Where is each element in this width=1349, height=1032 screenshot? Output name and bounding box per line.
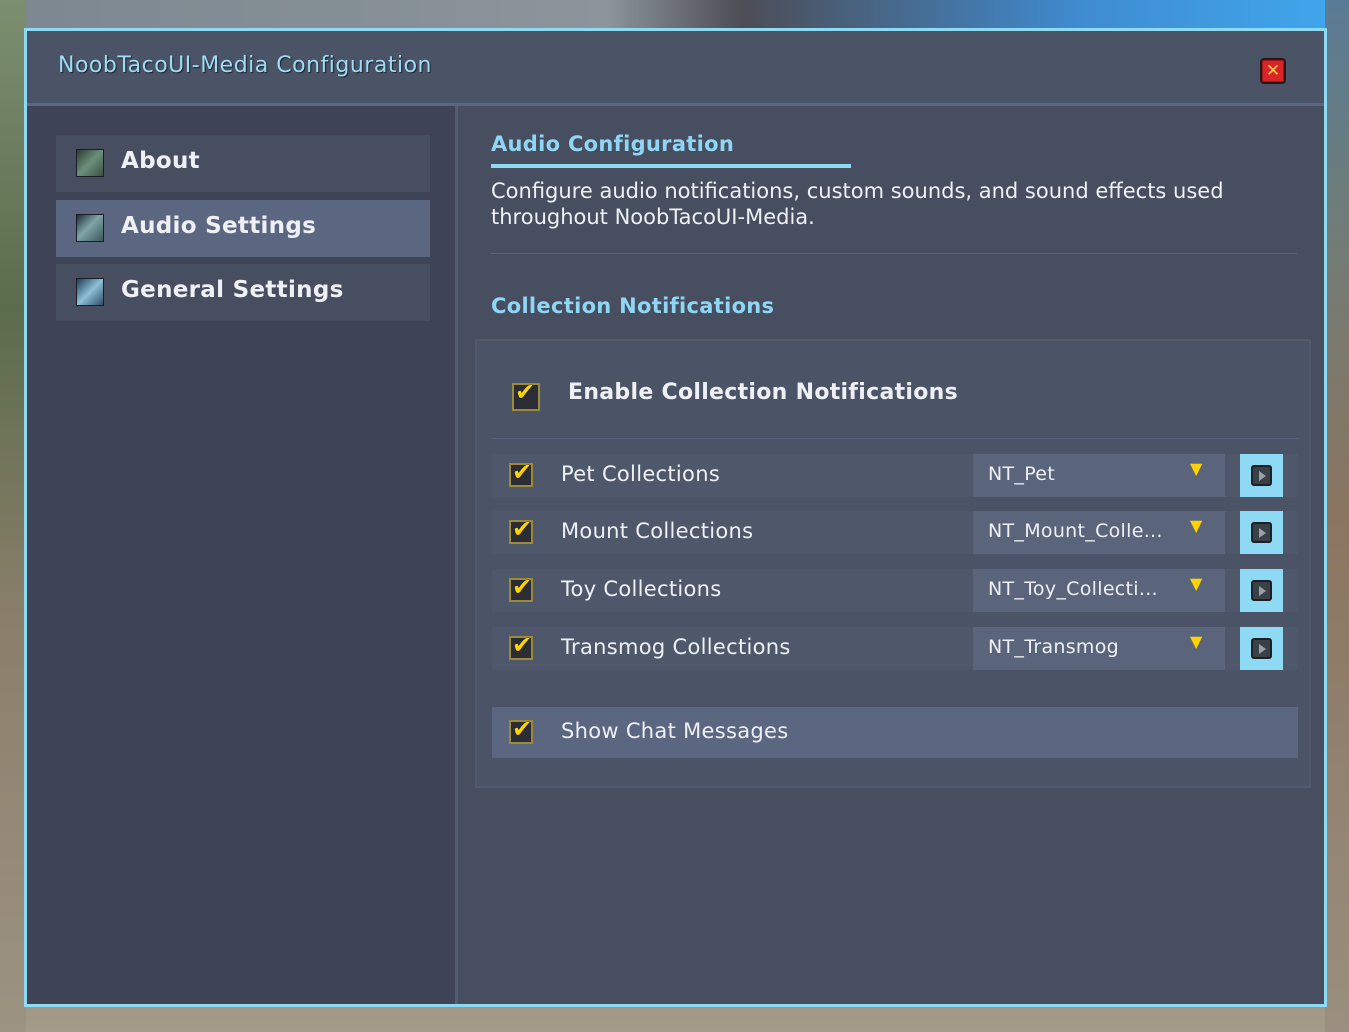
section-description: Configure audio notifications, custom so…	[491, 179, 1224, 229]
toy-sound-play-button[interactable]	[1240, 569, 1283, 612]
close-button[interactable]: ✕	[1260, 58, 1286, 84]
pet-collections-checkbox[interactable]: ✔	[509, 458, 533, 487]
checkmark-icon: ✔	[512, 715, 533, 743]
window-titlebar[interactable]: NoobTacoUI-Media Configuration ✕	[27, 31, 1324, 106]
transmog-sound-play-button[interactable]	[1240, 627, 1283, 670]
enable-notifications-label: Enable Collection Notifications	[568, 380, 959, 405]
play-icon	[1251, 522, 1272, 543]
background-scene-top	[0, 0, 1349, 28]
toy-sound-value: NT_Toy_Collecti...	[988, 578, 1158, 600]
sidebar-item-label: About	[121, 148, 200, 174]
toy-sound-dropdown[interactable]: NT_Toy_Collecti... ▼	[973, 569, 1225, 612]
about-icon	[76, 149, 104, 177]
toy-collections-row: ✔ Toy Collections NT_Toy_Collecti... ▼	[492, 569, 1298, 612]
pet-sound-dropdown[interactable]: NT_Pet ▼	[973, 454, 1225, 497]
sidebar-item-about[interactable]: About	[56, 135, 430, 192]
panel-divider	[492, 438, 1298, 439]
sidebar: About Audio Settings General Settings	[27, 106, 458, 1004]
transmog-collections-checkbox[interactable]: ✔	[509, 631, 533, 660]
checkmark-icon: ✔	[512, 515, 533, 543]
mount-sound-dropdown[interactable]: NT_Mount_Colle... ▼	[973, 511, 1225, 554]
mount-collections-row: ✔ Mount Collections NT_Mount_Colle... ▼	[492, 511, 1298, 554]
play-icon	[1251, 465, 1272, 486]
close-icon: ✕	[1265, 61, 1281, 81]
window-title: NoobTacoUI-Media Configuration	[58, 53, 432, 78]
checkmark-icon: ✔	[512, 631, 533, 659]
sidebar-item-audio-settings[interactable]: Audio Settings	[56, 200, 430, 257]
dropdown-arrow-icon: ▼	[1190, 516, 1203, 535]
enable-notifications-checkbox[interactable]: ✔	[512, 378, 540, 411]
toy-collections-checkbox[interactable]: ✔	[509, 573, 533, 602]
pet-sound-play-button[interactable]	[1240, 454, 1283, 497]
section-title-underline	[491, 164, 851, 168]
audio-icon	[76, 214, 104, 242]
show-chat-messages-checkbox[interactable]: ✔	[509, 715, 533, 744]
config-window: NoobTacoUI-Media Configuration ✕ About A…	[24, 28, 1327, 1007]
main-content: Audio Configuration Configure audio noti…	[458, 106, 1324, 1004]
transmog-collections-row: ✔ Transmog Collections NT_Transmog ▼	[492, 627, 1298, 670]
checkmark-icon: ✔	[515, 378, 536, 406]
dropdown-arrow-icon: ▼	[1190, 574, 1203, 593]
background-scene-left	[0, 0, 26, 1032]
transmog-sound-value: NT_Transmog	[988, 636, 1120, 658]
mount-collections-checkbox[interactable]: ✔	[509, 515, 533, 544]
toy-collections-label: Toy Collections	[561, 577, 722, 601]
show-chat-messages-row[interactable]: ✔ Show Chat Messages	[492, 707, 1298, 758]
sidebar-item-label: General Settings	[121, 277, 344, 303]
play-icon	[1251, 638, 1272, 659]
dropdown-arrow-icon: ▼	[1190, 459, 1203, 478]
background-scene-right	[1325, 0, 1349, 1032]
checkmark-icon: ✔	[512, 573, 533, 601]
mount-sound-play-button[interactable]	[1240, 511, 1283, 554]
play-icon	[1251, 580, 1272, 601]
section-divider	[491, 253, 1297, 254]
show-chat-messages-label: Show Chat Messages	[561, 719, 789, 743]
pet-sound-value: NT_Pet	[988, 463, 1056, 485]
general-icon	[76, 278, 104, 306]
sidebar-item-general-settings[interactable]: General Settings	[56, 264, 430, 321]
dropdown-arrow-icon: ▼	[1190, 632, 1203, 651]
pet-collections-row: ✔ Pet Collections NT_Pet ▼	[492, 454, 1298, 497]
pet-collections-label: Pet Collections	[561, 462, 721, 486]
transmog-sound-dropdown[interactable]: NT_Transmog ▼	[973, 627, 1225, 670]
transmog-collections-label: Transmog Collections	[561, 635, 791, 659]
sidebar-item-label: Audio Settings	[121, 213, 317, 239]
section-title: Audio Configuration	[491, 132, 735, 156]
mount-collections-label: Mount Collections	[561, 519, 754, 543]
mount-sound-value: NT_Mount_Colle...	[988, 520, 1163, 542]
subsection-title: Collection Notifications	[491, 294, 775, 318]
checkmark-icon: ✔	[512, 458, 533, 486]
collection-notifications-panel: ✔ Enable Collection Notifications ✔ Pet …	[475, 339, 1311, 788]
